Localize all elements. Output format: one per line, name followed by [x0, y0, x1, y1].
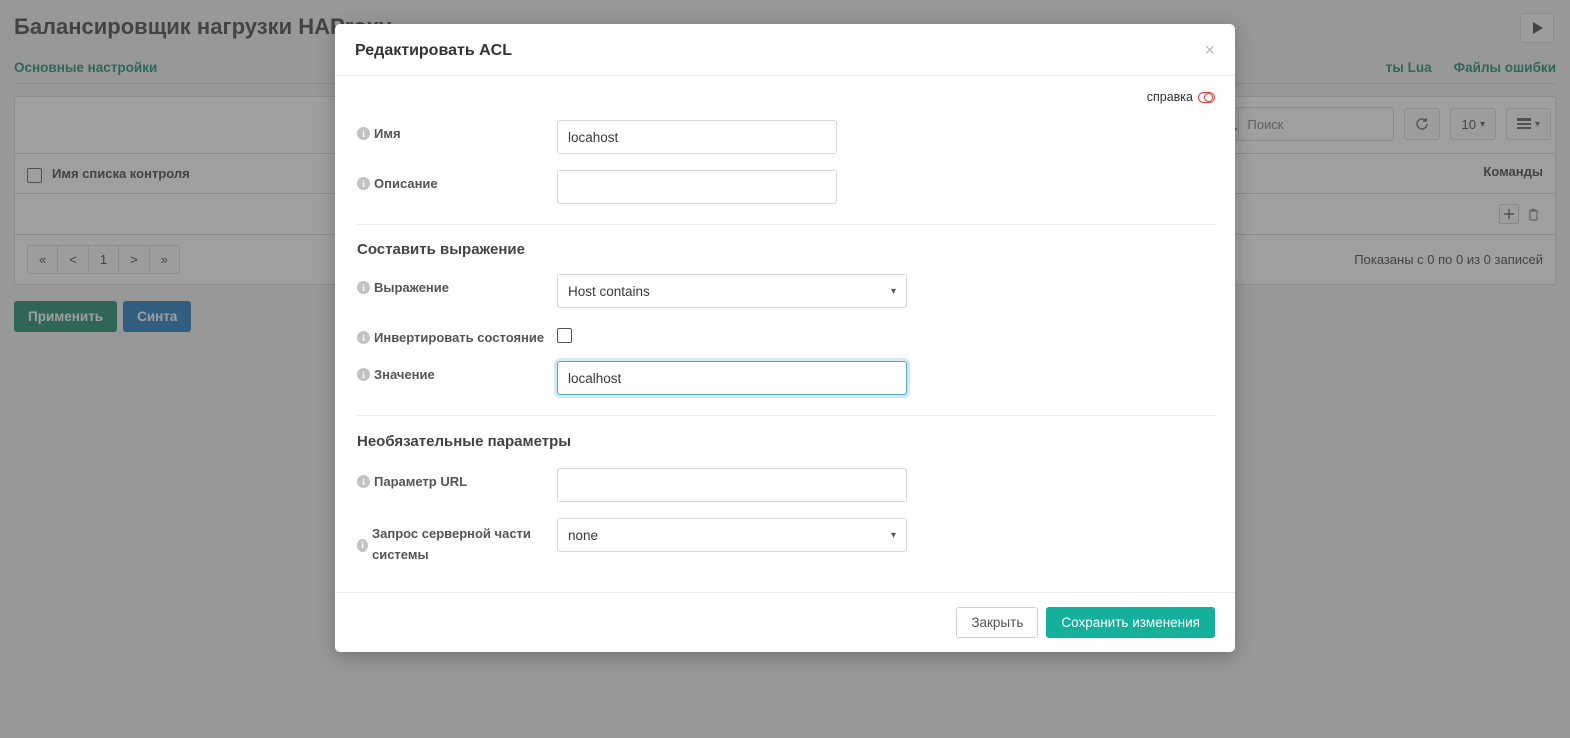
caret-down-icon: ▾	[891, 286, 896, 297]
field-invert: i Инвертировать состояние	[357, 316, 1215, 353]
info-icon[interactable]: i	[357, 539, 368, 552]
modal-body: справка i Имя i Описание Составить выраж…	[335, 76, 1235, 592]
description-input[interactable]	[557, 170, 837, 204]
description-label: Описание	[374, 176, 438, 191]
info-icon[interactable]: i	[357, 281, 370, 294]
edit-acl-modal: Редактировать ACL × справка i Имя i Опис…	[335, 24, 1235, 652]
info-icon[interactable]: i	[357, 475, 370, 488]
value-input[interactable]	[557, 361, 907, 395]
info-icon[interactable]: i	[357, 368, 370, 381]
optional-section-heading: Необязательные параметры	[357, 432, 1215, 452]
divider	[357, 415, 1215, 416]
value-label: Значение	[374, 367, 435, 382]
modal-footer: Закрыть Сохранить изменения	[335, 592, 1235, 652]
backend-value: none	[568, 528, 598, 543]
backend-label: Запрос серверной части системы	[372, 524, 557, 566]
field-expression: i Выражение Host contains ▾	[357, 266, 1215, 316]
help-link[interactable]: справка	[357, 90, 1215, 104]
expression-value: Host contains	[568, 284, 650, 299]
url-param-input[interactable]	[557, 468, 907, 502]
divider	[357, 224, 1215, 225]
field-url-param: i Параметр URL	[357, 460, 1215, 510]
name-input[interactable]	[557, 120, 837, 154]
help-toggle-icon	[1198, 92, 1215, 103]
expression-section-heading: Составить выражение	[357, 241, 1215, 258]
caret-down-icon: ▾	[891, 530, 896, 541]
save-button[interactable]: Сохранить изменения	[1046, 607, 1215, 638]
info-icon[interactable]: i	[357, 127, 370, 140]
backend-select[interactable]: none ▾	[557, 518, 907, 552]
field-value: i Значение	[357, 353, 1215, 403]
field-name: i Имя	[357, 112, 1215, 162]
close-button[interactable]: ×	[1204, 40, 1215, 61]
invert-label: Инвертировать состояние	[374, 330, 544, 345]
close-modal-button[interactable]: Закрыть	[956, 607, 1038, 638]
modal-header: Редактировать ACL ×	[335, 24, 1235, 76]
field-backend-request: i Запрос серверной части системы none ▾	[357, 510, 1215, 574]
info-icon[interactable]: i	[357, 331, 370, 344]
expression-select[interactable]: Host contains ▾	[557, 274, 907, 308]
info-icon[interactable]: i	[357, 177, 370, 190]
expression-label: Выражение	[374, 280, 449, 295]
modal-title: Редактировать ACL	[355, 42, 512, 60]
url-param-label: Параметр URL	[374, 474, 467, 489]
field-description: i Описание	[357, 162, 1215, 212]
name-label: Имя	[374, 126, 401, 141]
invert-checkbox[interactable]	[557, 328, 572, 343]
help-text: справка	[1147, 90, 1193, 104]
